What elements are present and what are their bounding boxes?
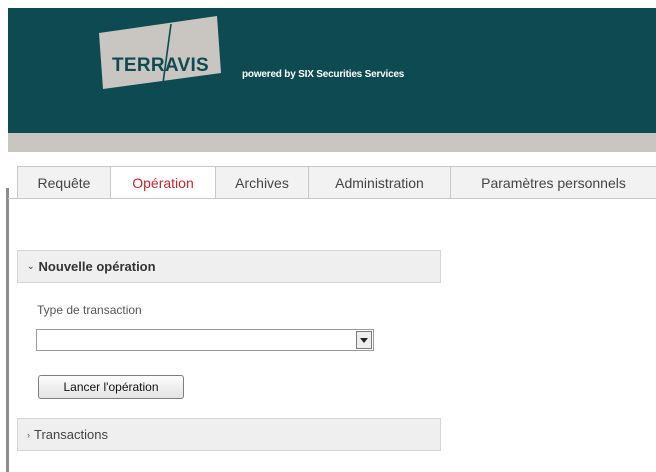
- app-header: TERRAVIS powered by SIX Securities Servi…: [8, 8, 656, 133]
- chevron-right-icon: ›: [27, 429, 30, 440]
- tab-parametres-personnels[interactable]: Paramètres personnels: [450, 166, 656, 199]
- tab-operation[interactable]: Opération: [110, 166, 215, 199]
- terravis-logo[interactable]: TERRAVIS: [93, 13, 225, 92]
- dropdown-arrow-icon[interactable]: [356, 331, 372, 349]
- window-border: [6, 188, 9, 472]
- launch-operation-button[interactable]: Lancer l'opération: [38, 375, 184, 399]
- section-title: Nouvelle opération: [38, 259, 156, 274]
- main-tabs: Requête Opération Archives Administratio…: [17, 166, 656, 199]
- tab-requete[interactable]: Requête: [17, 166, 110, 199]
- section-transactions[interactable]: › Transactions: [17, 418, 441, 451]
- section-nouvelle-operation[interactable]: ⌄ Nouvelle opération: [17, 250, 441, 283]
- tabs-divider: [8, 198, 656, 199]
- tabs-background: [8, 152, 656, 166]
- tab-archives[interactable]: Archives: [215, 166, 308, 199]
- logo-shape: [99, 16, 221, 89]
- tab-administration[interactable]: Administration: [308, 166, 450, 199]
- powered-by-text: powered by SIX Securities Services: [242, 69, 405, 80]
- section-title: Transactions: [34, 427, 108, 442]
- transaction-type-label: Type de transaction: [37, 303, 142, 317]
- transaction-type-select[interactable]: [36, 329, 374, 351]
- header-band: [8, 133, 656, 152]
- chevron-down-icon: ⌄: [27, 261, 35, 271]
- logo-text: TERRAVIS: [111, 55, 210, 76]
